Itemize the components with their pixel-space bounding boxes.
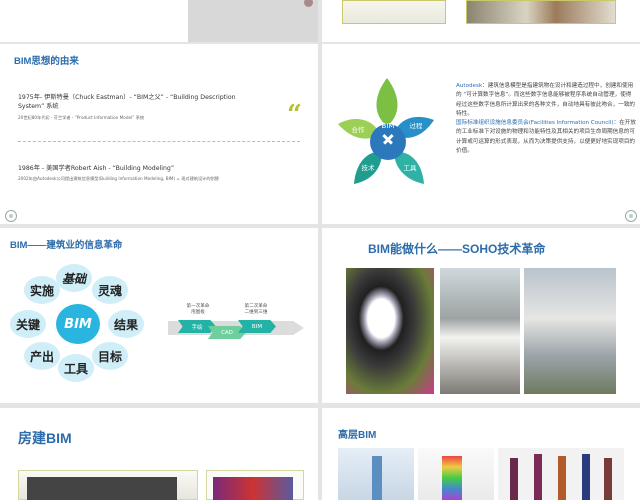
petal-label-4: 合作: [352, 125, 366, 134]
slide-soho[interactable]: BIM能做什么——SOHO技术革命: [322, 228, 640, 403]
bim-flower-diagram: BIM 过程 工具 技术 合作: [338, 78, 434, 184]
divider: [18, 141, 300, 142]
slide-title: BIM——建筑业的信息革命: [10, 240, 123, 251]
slide-bim-definition[interactable]: BIM 过程 工具 技术 合作 Autodesk：建筑信息模型是指建筑物在设计和…: [322, 44, 640, 224]
slide-bim-origin[interactable]: BIM思想的由来 1975年- 伊斯特曼（Chuck Eastman）- “BI…: [0, 44, 318, 224]
slide-title: BIM能做什么——SOHO技术革命: [368, 242, 546, 256]
autodesk-label: Autodesk: [456, 83, 483, 89]
flower-center-label: BIM: [382, 122, 395, 130]
soho-render-image: [346, 268, 434, 394]
building-photo-1: [342, 0, 446, 24]
ring-item: 关键: [10, 310, 46, 338]
ring-item: 工具: [58, 354, 94, 382]
slide-top-left[interactable]: [0, 0, 318, 42]
bim-center: BIM: [56, 304, 100, 344]
entry1-sub: 20世纪80年代初 - 芬兰学者 - “Product Information …: [18, 115, 145, 120]
highrise-panel-2: [418, 448, 494, 500]
highrise-panel-3: [498, 448, 624, 500]
slide-housing-bim[interactable]: 房建BIM: [0, 408, 318, 500]
petal-top: [376, 78, 398, 126]
image-placeholder: [188, 0, 318, 42]
definition-text: Autodesk：建筑信息模型是指建筑物在设计和建造过程中，创建和使用的 “可计…: [456, 82, 636, 156]
soho-photo-towers: [524, 268, 616, 394]
ring-item: 基础: [56, 264, 92, 292]
ring-item: 结果: [108, 310, 144, 338]
ring-item: 产出: [24, 342, 60, 370]
entry1-title-cont: System” 系统: [18, 103, 59, 110]
revolution-2-label: 第二次革命 二维到三维: [244, 304, 268, 315]
step-bim: BIM: [238, 320, 276, 333]
slide-title: 高层BIM: [338, 430, 377, 441]
soho-photo-day: [440, 268, 520, 394]
house-model-image: [18, 470, 198, 500]
quote-icon: “: [287, 100, 302, 130]
fic-label: 国际标准组织设施信息委员会(Facilities Information Cou…: [456, 120, 614, 127]
revolution-1-label: 第一次革命 甩图板: [186, 304, 210, 315]
highrise-panel-1: [338, 448, 414, 500]
petal-label-1: 过程: [410, 121, 424, 130]
slide-title: BIM思想的由来: [14, 56, 79, 67]
logo-icon: [5, 210, 17, 222]
entry1-title: 1975年- 伊斯特曼（Chuck Eastman）- “BIM之父” - “B…: [18, 94, 236, 101]
autodesk-definition: ：建筑信息模型是指建筑物在设计和建造过程中，创建和使用的 “可计算数字信息”。而…: [456, 83, 636, 117]
ring-item: 实施: [24, 276, 60, 304]
entry2-sub: 2002年由Autodesk公司提出建筑信息模型(Building Inform…: [18, 176, 219, 181]
ring-item: 目标: [92, 342, 128, 370]
ring-item: 灵魂: [92, 276, 128, 304]
building-photo-2: [466, 0, 616, 24]
slide-top-right[interactable]: [322, 0, 640, 42]
petal-label-3: 技术: [362, 163, 376, 172]
logo-icon: [625, 210, 637, 222]
slide-title: 房建BIM: [18, 430, 72, 446]
structure-model-image: [206, 470, 304, 500]
petal-label-2: 工具: [404, 164, 418, 172]
slide-bim-revolution[interactable]: BIM——建筑业的信息革命 基础 灵魂 结果 目标 工具 产出 关键 实施 BI…: [0, 228, 318, 403]
entry2-title: 1986年 - 美国学者Robert Aish - “Building Mode…: [18, 165, 175, 172]
slide-highrise-bim[interactable]: 高层BIM: [322, 408, 640, 500]
